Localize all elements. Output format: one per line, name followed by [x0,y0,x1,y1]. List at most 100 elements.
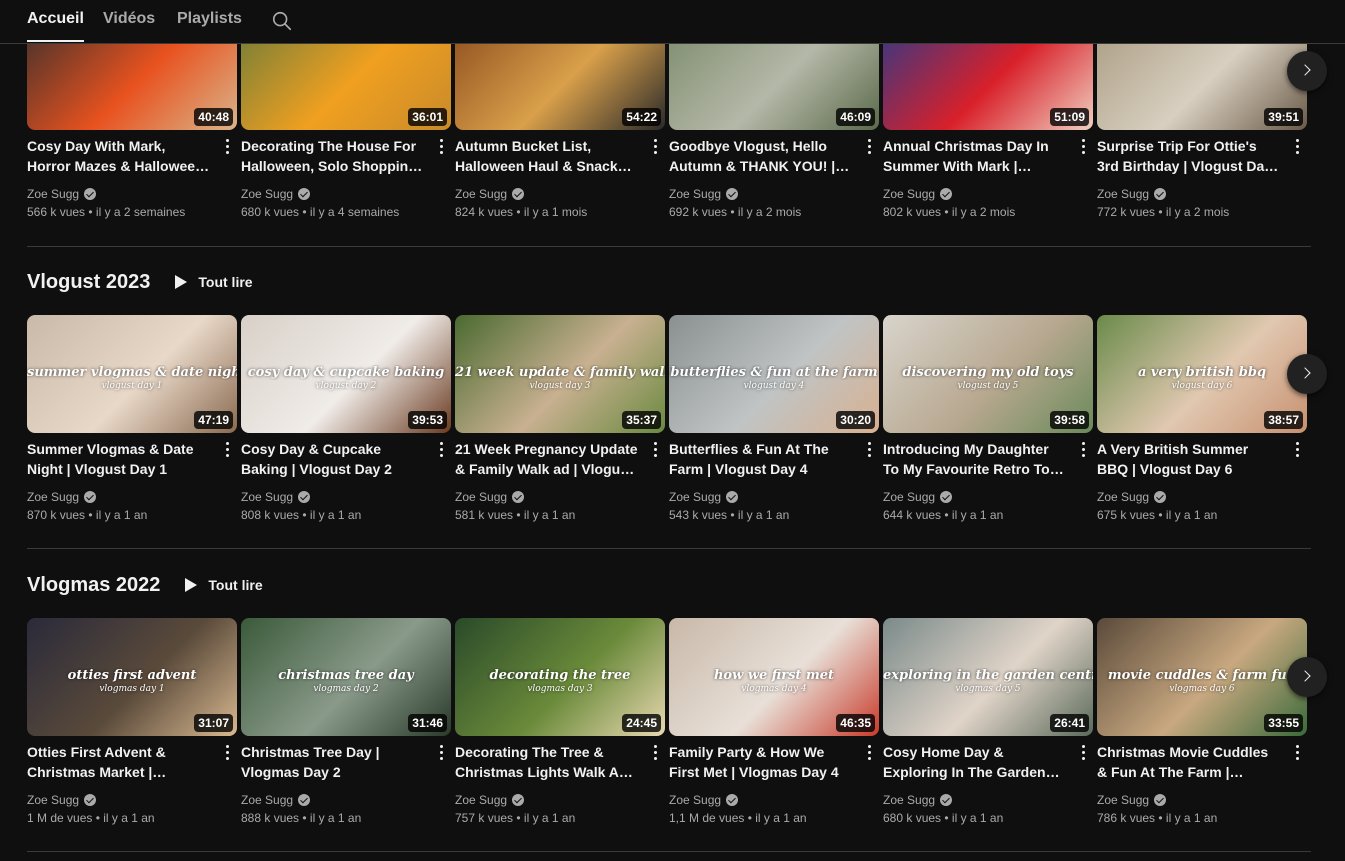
video-card: butterflies & fun at the farm vlogust day… [669,315,879,525]
verified-badge-icon [1154,491,1167,503]
video-meta: 824 k vues • il y a 1 mois [455,205,588,219]
tab-home[interactable]: Accueil [27,10,84,42]
video-title[interactable]: 21 Week Pregnancy Update & Family Walk a… [455,439,640,479]
video-thumbnail[interactable]: discovering my old toys vlogust day 5 39:5… [883,315,1093,433]
video-thumbnail[interactable]: a very british bbq vlogust day 6 38:57 [1097,315,1307,433]
shelf-title[interactable]: Vlogmas 2022 [27,574,160,597]
video-title[interactable]: Decorating The Tree & Christmas Lights W… [455,742,640,782]
more-options-icon[interactable] [861,136,877,156]
more-options-icon[interactable] [433,742,449,762]
video-title[interactable]: Summer Vlogmas & Date Night | Vlogust Da… [27,439,212,479]
more-options-icon[interactable] [861,439,877,459]
video-thumbnail[interactable]: decorating the tree vlogmas day 3 24:45 [455,618,665,736]
more-options-icon[interactable] [433,136,449,156]
video-thumbnail[interactable]: 21 week update & family walk vlogust day … [455,315,665,433]
duration-badge: 40:48 [194,108,233,126]
channel-name-link[interactable]: Zoe Sugg [669,187,739,201]
video-thumbnail[interactable]: otties first advent vlogmas day 1 31:07 [27,618,237,736]
channel-name: Zoe Sugg [669,793,722,807]
more-options-icon[interactable] [647,742,663,762]
verified-badge-icon [1154,188,1167,200]
more-options-icon[interactable] [1075,439,1091,459]
more-options-icon[interactable] [1075,742,1091,762]
channel-tabs: Accueil Vidéos Playlists [0,0,1345,44]
video-meta: 543 k vues • il y a 1 an [669,508,790,522]
video-thumbnail[interactable]: how we first met vlogmas day 4 46:35 [669,618,879,736]
more-options-icon[interactable] [1289,136,1305,156]
video-title[interactable]: Otties First Advent & Christmas Market |… [27,742,212,782]
video-title[interactable]: Butterflies & Fun At The Farm | Vlogust … [669,439,854,479]
shelf-title[interactable]: Vlogust 2023 [27,271,150,294]
more-options-icon[interactable] [647,439,663,459]
channel-name-link[interactable]: Zoe Sugg [1097,793,1167,807]
tab-playlists[interactable]: Playlists [177,10,242,42]
channel-name: Zoe Sugg [455,187,508,201]
channel-name-link[interactable]: Zoe Sugg [669,793,739,807]
thumbnail-overlay-subtitle: vlogmas day 4 [741,684,807,694]
channel-name-link[interactable]: Zoe Sugg [241,793,311,807]
video-title[interactable]: Autumn Bucket List, Halloween Haul & Sna… [455,136,640,176]
channel-name-link[interactable]: Zoe Sugg [455,793,525,807]
video-thumbnail[interactable]: summer vlogmas & date night vlogust day 1… [27,315,237,433]
channel-name: Zoe Sugg [241,187,294,201]
shelf-header: Vlogmas 2022 Tout lire [27,570,263,600]
channel-name-link[interactable]: Zoe Sugg [883,490,953,504]
video-title[interactable]: Cosy Day With Mark, Horror Mazes & Hallo… [27,136,212,176]
next-arrow-button[interactable] [1287,51,1327,91]
video-title[interactable]: Decorating The House For Halloween, Solo… [241,136,426,176]
thumbnail-overlay-subtitle: vlogust day 1 [101,381,163,391]
play-all-label: Tout lire [198,274,253,290]
more-options-icon[interactable] [861,742,877,762]
thumbnail-overlay-title: butterflies & fun at the farm [670,365,878,380]
more-options-icon[interactable] [219,742,235,762]
channel-name-link[interactable]: Zoe Sugg [241,490,311,504]
video-card: christmas tree day vlogmas day 2 31:46 Chri… [241,618,451,828]
video-title[interactable]: Annual Christmas Day In Summer With Mark… [883,136,1068,176]
more-options-icon[interactable] [647,136,663,156]
next-arrow-button[interactable] [1287,354,1327,394]
duration-badge: 36:01 [408,108,447,126]
more-options-icon[interactable] [1075,136,1091,156]
video-thumbnail[interactable]: exploring in the garden centre vlogmas da… [883,618,1093,736]
channel-name-link[interactable]: Zoe Sugg [241,187,311,201]
video-thumbnail[interactable]: cosy day & cupcake baking vlogust day 2 39… [241,315,451,433]
more-options-icon[interactable] [433,439,449,459]
channel-name-link[interactable]: Zoe Sugg [883,187,953,201]
more-options-icon[interactable] [1289,742,1305,762]
channel-name-link[interactable]: Zoe Sugg [27,793,97,807]
channel-name-link[interactable]: Zoe Sugg [669,490,739,504]
video-title[interactable]: Surprise Trip For Ottie's 3rd Birthday |… [1097,136,1282,176]
channel-name-link[interactable]: Zoe Sugg [1097,187,1167,201]
video-meta: 870 k vues • il y a 1 an [27,508,148,522]
channel-name-link[interactable]: Zoe Sugg [27,490,97,504]
channel-name: Zoe Sugg [669,490,722,504]
channel-name-link[interactable]: Zoe Sugg [883,793,953,807]
video-title[interactable]: Cosy Day & Cupcake Baking | Vlogust Day … [241,439,426,479]
play-all-button[interactable]: Tout lire [174,274,253,290]
play-all-button[interactable]: Tout lire [184,577,263,593]
channel-name-link[interactable]: Zoe Sugg [455,187,525,201]
shelf-header: Vlogust 2023 Tout lire [27,267,253,297]
next-arrow-button[interactable] [1287,657,1327,697]
more-options-icon[interactable] [219,136,235,156]
channel-name-link[interactable]: Zoe Sugg [455,490,525,504]
video-title[interactable]: Cosy Home Day & Exploring In The Garden … [883,742,1068,782]
tab-videos[interactable]: Vidéos [103,10,155,42]
channel-name-link[interactable]: Zoe Sugg [1097,490,1167,504]
channel-name-link[interactable]: Zoe Sugg [27,187,97,201]
video-meta: 692 k vues • il y a 2 mois [669,205,802,219]
video-title[interactable]: Introducing My Daughter To My Favourite … [883,439,1068,479]
video-title[interactable]: Goodbye Vlogust, Hello Autumn & THANK YO… [669,136,854,176]
more-options-icon[interactable] [1289,439,1305,459]
more-options-icon[interactable] [219,439,235,459]
video-title[interactable]: Christmas Movie Cuddles & Fun At The Far… [1097,742,1282,782]
video-thumbnail[interactable]: butterflies & fun at the farm vlogust day… [669,315,879,433]
video-card: a very british bbq vlogust day 6 38:57 A Ve… [1097,315,1307,525]
video-card: cosy day & cupcake baking vlogust day 2 39… [241,315,451,525]
video-title[interactable]: Christmas Tree Day | Vlogmas Day 2 [241,742,426,782]
video-title[interactable]: A Very British Summer BBQ | Vlogust Day … [1097,439,1282,479]
video-thumbnail[interactable]: movie cuddles & farm fun vlogmas day 6 33:… [1097,618,1307,736]
video-thumbnail[interactable]: christmas tree day vlogmas day 2 31:46 [241,618,451,736]
video-title[interactable]: Family Party & How We First Met | Vlogma… [669,742,854,782]
search-icon[interactable] [271,10,293,32]
